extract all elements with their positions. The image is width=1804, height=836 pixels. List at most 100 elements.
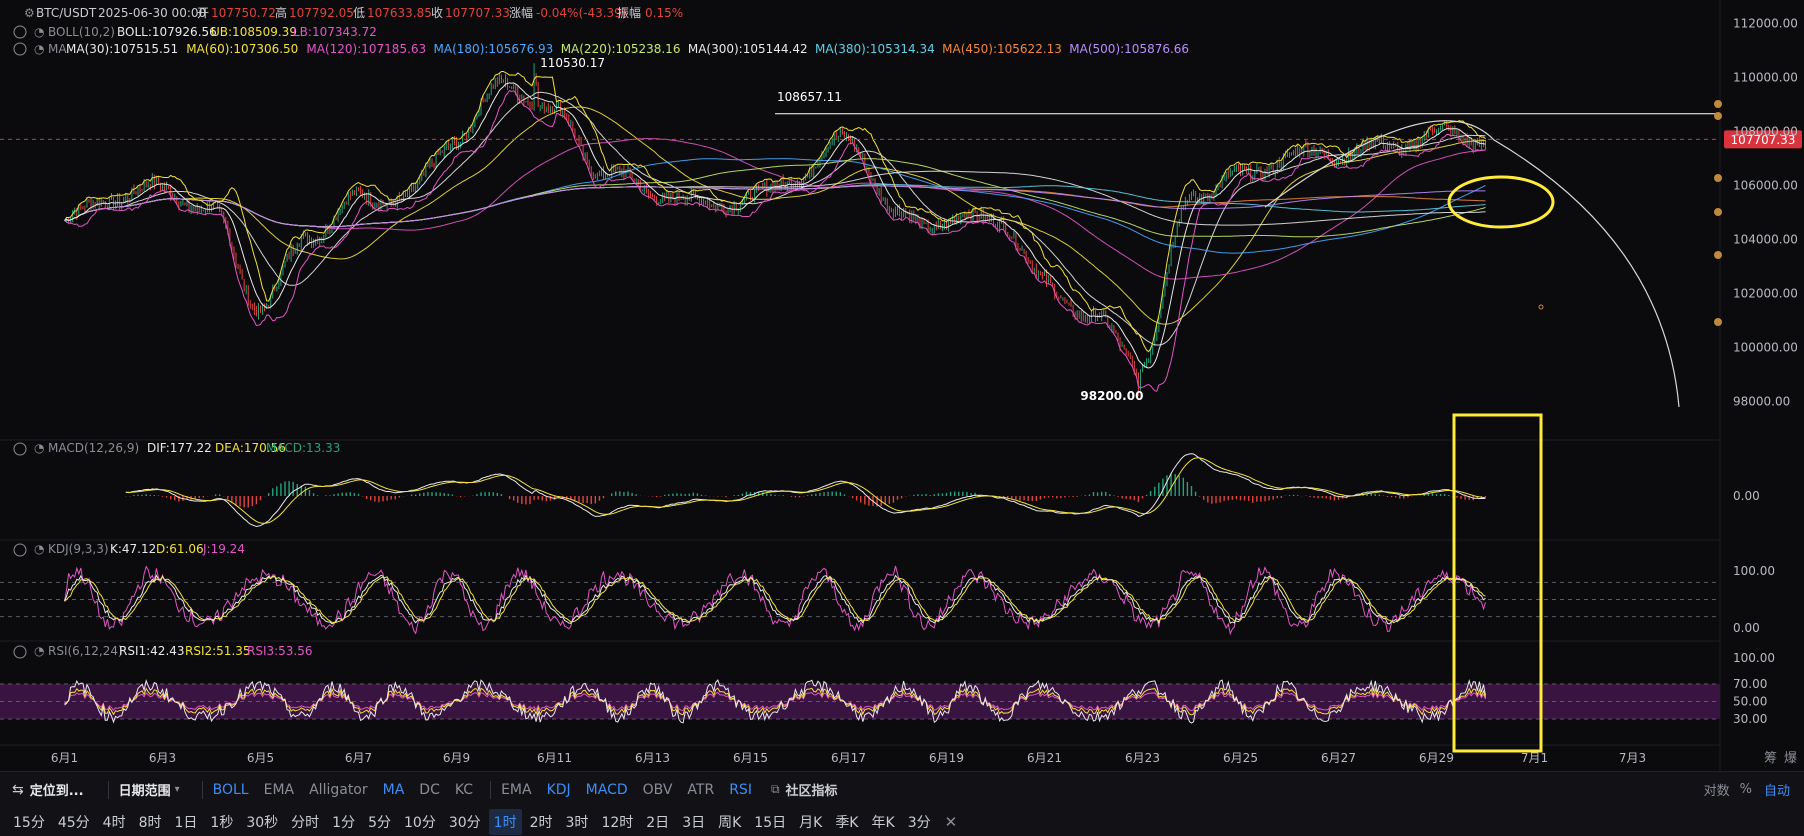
interval-5[interactable]: 1秒 — [205, 809, 238, 835]
interval-17[interactable]: 3日 — [677, 809, 710, 835]
close-icon[interactable]: ✕ — [945, 813, 958, 831]
interval-7[interactable]: 分时 — [286, 809, 324, 835]
legend-ma: ◔ MA MA(30):107515.51 MA(60):107306.50 MA(… — [13, 42, 1189, 56]
ma-legend-item: MA(220):105238.16 — [561, 42, 681, 56]
interval-toolbar: 15分 45分 4时 8时 1日 1秒 30秒 分时 1分 5分 10分 30分 1时 2时 3时 12时 2日… — [0, 807, 1804, 836]
ma-legend-item: MA(60):107306.50 — [186, 42, 298, 56]
marker-dot — [1538, 304, 1544, 310]
axes: 98000.00 100000.00 102000.00 104000.00 10600… — [51, 17, 1798, 766]
svg-text:筹: 筹 — [1764, 750, 1777, 766]
collapse-icon — [13, 442, 27, 456]
dif-line — [125, 453, 1486, 528]
datetime: 2025-06-30 00:00 — [98, 6, 206, 20]
settings-icon: ⚙ — [24, 6, 35, 20]
x-tick-label: 6月13 — [635, 751, 670, 765]
indicator-ma[interactable]: MA — [383, 782, 405, 798]
legend-rsi: ◔ RSI(6,12,24) RSI1:42.43 RSI2:51.35 RSI… — [13, 644, 313, 659]
sub-indicator-ema[interactable]: EMA — [501, 782, 532, 798]
interval-22[interactable]: 年K — [867, 809, 900, 835]
interval-20[interactable]: 月K — [794, 809, 827, 835]
ma-line-120 — [64, 138, 1486, 280]
indicator-boll[interactable]: BOLL — [213, 782, 249, 798]
interval-9[interactable]: 5分 — [363, 809, 396, 835]
interval-4[interactable]: 1日 — [170, 809, 203, 835]
svg-text:振幅: 振幅 — [617, 5, 641, 20]
boll-lower — [64, 89, 1486, 392]
collapse-icon — [13, 645, 27, 659]
interval-23[interactable]: 3分 — [903, 809, 936, 835]
auto-scale-toggle[interactable]: 自动 — [1764, 780, 1790, 799]
indicator-kc[interactable]: KC — [455, 782, 473, 798]
indicator-toolbar: ⇆ 定位到... 日期范围 ▾ BOLL EMA Alligator MA DC KC E… — [0, 771, 1804, 807]
resistance-label: 108657.11 — [777, 90, 842, 104]
interval-19[interactable]: 15日 — [749, 809, 791, 835]
symbol: BTC/USDT — [36, 6, 97, 20]
chart-canvas[interactable]: 110530.17 98200.00 108657.11 107707.33 9800… — [0, 0, 1804, 771]
svg-text:涨幅: 涨幅 — [509, 5, 533, 20]
marker-dot — [1714, 251, 1722, 259]
locate-button[interactable]: ⇆ 定位到... — [12, 780, 84, 800]
interval-15[interactable]: 12时 — [596, 809, 638, 835]
interval-6[interactable]: 30秒 — [241, 809, 283, 835]
date-range-button[interactable]: 日期范围 ▾ — [119, 780, 180, 799]
sub-indicator-macd[interactable]: MACD — [586, 782, 628, 798]
indicator-panes — [0, 453, 1720, 724]
ma-legend-item: MA(500):105876.66 — [1069, 42, 1189, 56]
x-tick-label: 6月27 — [1321, 751, 1356, 765]
interval-0[interactable]: 15分 — [8, 809, 50, 835]
ma-line-30 — [64, 91, 1486, 346]
interval-16[interactable]: 2日 — [641, 809, 674, 835]
legend-header: ⚙ BTC/USDT 2025-06-30 00:00 开 107750.72 … — [24, 5, 683, 20]
high-label: 110530.17 — [540, 56, 605, 70]
highlight-ellipse — [1447, 175, 1555, 229]
interval-10[interactable]: 10分 — [399, 809, 441, 835]
community-indicators-button[interactable]: ⧉ 社区指标 — [771, 780, 838, 799]
sub-indicator-atr[interactable]: ATR — [687, 782, 714, 798]
indicator-alligator[interactable]: Alligator — [309, 782, 368, 798]
interval-2[interactable]: 4时 — [98, 809, 131, 835]
svg-text:KDJ(9,3,3): KDJ(9,3,3) — [48, 542, 109, 556]
price-tick-label: 98000.00 — [1733, 395, 1790, 409]
interval-1[interactable]: 45分 — [53, 809, 95, 835]
interval-21[interactable]: 季K — [830, 809, 863, 835]
svg-text:RSI3:53.56: RSI3:53.56 — [247, 644, 313, 658]
x-tick-label: 7月1 — [1521, 751, 1548, 765]
ma-legend-item: MA(120):107185.63 — [306, 42, 426, 56]
high-value: 107792.05 — [289, 6, 354, 20]
legend-boll: ◔ BOLL(10,2) BOLL:107926.56 UB:108509.39… — [13, 25, 377, 39]
sub-indicator-obv[interactable]: OBV — [643, 782, 673, 798]
indicator-ema[interactable]: EMA — [264, 782, 295, 798]
x-tick-label: 6月17 — [831, 751, 866, 765]
marker-dot — [1714, 112, 1722, 120]
sub-indicator-kdj[interactable]: KDJ — [547, 782, 571, 798]
svg-text:低: 低 — [353, 6, 365, 20]
interval-8[interactable]: 1分 — [327, 809, 360, 835]
chevron-down-icon: ▾ — [174, 784, 180, 795]
interval-13[interactable]: 2时 — [525, 809, 558, 835]
svg-text:MACD(12,26,9): MACD(12,26,9) — [48, 441, 139, 455]
svg-text:LB:107343.72: LB:107343.72 — [293, 25, 377, 39]
ma-legend-item: MA(380):105314.34 — [815, 42, 935, 56]
kdj-tick-label: 0.00 — [1733, 621, 1760, 635]
percent-scale-toggle[interactable]: % — [1740, 782, 1752, 797]
interval-12[interactable]: 1时 — [488, 808, 522, 835]
svg-text:RSI2:51.35: RSI2:51.35 — [185, 644, 251, 658]
arc-annotation — [1264, 120, 1680, 407]
change-value: -0.04%(-43.39) — [536, 6, 627, 20]
indicator-dc[interactable]: DC — [419, 782, 440, 798]
svg-text:高: 高 — [275, 5, 287, 20]
sub-indicator-rsi[interactable]: RSI — [729, 782, 752, 798]
interval-14[interactable]: 3时 — [561, 809, 594, 835]
interval-18[interactable]: 周K — [713, 809, 746, 835]
collapse-icon — [13, 25, 27, 39]
svg-text:UB:108509.39: UB:108509.39 — [211, 25, 297, 39]
rsi-tick-label: 30.00 — [1733, 712, 1767, 726]
corner-labels[interactable]: 筹 爆 — [1764, 750, 1797, 766]
x-tick-label: 6月3 — [149, 751, 176, 765]
interval-11[interactable]: 30分 — [444, 809, 486, 835]
x-tick-label: 6月21 — [1027, 751, 1062, 765]
interval-3[interactable]: 8时 — [134, 809, 167, 835]
svg-text:D:61.06: D:61.06 — [156, 542, 204, 556]
log-scale-toggle[interactable]: 对数 — [1704, 780, 1730, 799]
bell-icon: ◔ — [34, 25, 44, 39]
